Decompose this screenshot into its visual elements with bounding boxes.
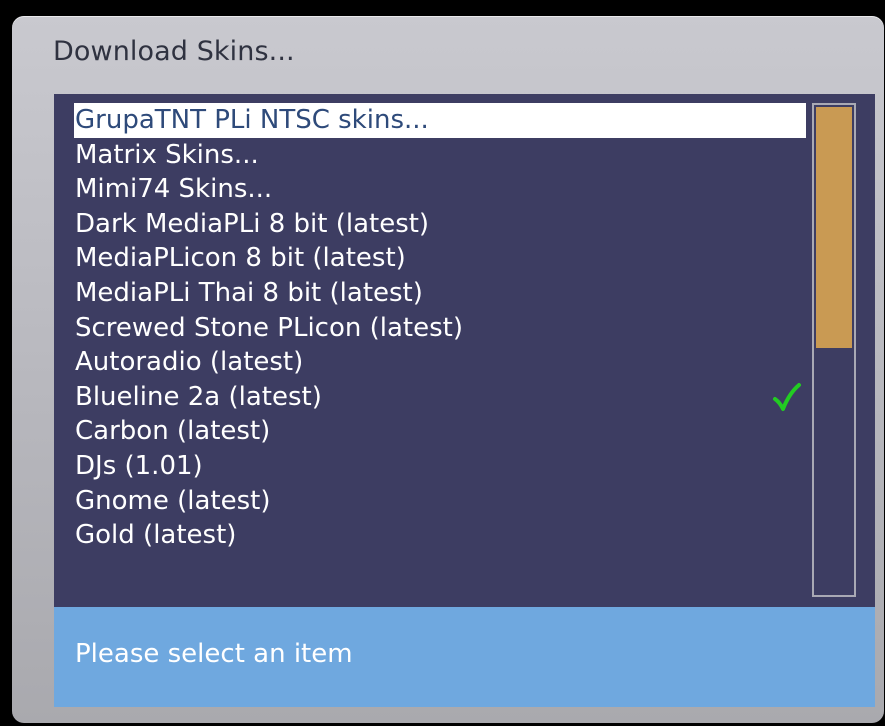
window-title: Download Skins... (53, 36, 295, 67)
skin-list-panel: GrupaTNT PLi NTSC skins... Matrix Skins.… (54, 94, 875, 607)
list-item[interactable]: GrupaTNT PLi NTSC skins... (74, 103, 806, 138)
scrollbar-thumb[interactable] (816, 107, 852, 348)
list-item-label: Gnome (latest) (75, 485, 271, 516)
list-item-label: DJs (1.01) (75, 450, 203, 481)
skin-list[interactable]: GrupaTNT PLi NTSC skins... Matrix Skins.… (74, 103, 806, 553)
status-bar: Please select an item (54, 607, 875, 707)
list-scrollbar[interactable] (812, 103, 856, 597)
list-item[interactable]: Matrix Skins... (74, 138, 806, 173)
list-item[interactable]: Autoradio (latest) (74, 345, 806, 380)
list-item-label: MediaPLicon 8 bit (latest) (75, 243, 406, 274)
list-item-label: MediaPLi Thai 8 bit (latest) (75, 277, 423, 308)
download-skins-window: Download Skins... GrupaTNT PLi NTSC skin… (12, 16, 884, 723)
list-item-label: Matrix Skins... (75, 139, 259, 170)
list-item-label: Dark MediaPLi 8 bit (latest) (75, 208, 430, 239)
list-item[interactable]: Gnome (latest) (74, 484, 806, 519)
check-icon (772, 382, 802, 412)
list-item-label: Screwed Stone PLicon (latest) (75, 312, 463, 343)
list-item-label: Mimi74 Skins... (75, 174, 273, 205)
list-item-label: Blueline 2a (latest) (75, 381, 322, 412)
list-item-label: Gold (latest) (75, 520, 237, 551)
list-item[interactable]: MediaPLi Thai 8 bit (latest) (74, 276, 806, 311)
list-item[interactable]: Gold (latest) (74, 518, 806, 553)
list-item[interactable]: Screwed Stone PLicon (latest) (74, 311, 806, 346)
list-item[interactable]: Mimi74 Skins... (74, 172, 806, 207)
list-item-label: Carbon (latest) (75, 416, 271, 447)
list-item[interactable]: DJs (1.01) (74, 449, 806, 484)
list-item[interactable]: Carbon (latest) (74, 414, 806, 449)
list-item[interactable]: Dark MediaPLi 8 bit (latest) (74, 207, 806, 242)
list-item-label: Autoradio (latest) (75, 347, 304, 378)
status-text: Please select an item (75, 639, 353, 669)
list-item-label: GrupaTNT PLi NTSC skins... (75, 105, 429, 135)
list-item-installed[interactable]: Blueline 2a (latest) (74, 380, 806, 415)
list-item[interactable]: MediaPLicon 8 bit (latest) (74, 241, 806, 276)
